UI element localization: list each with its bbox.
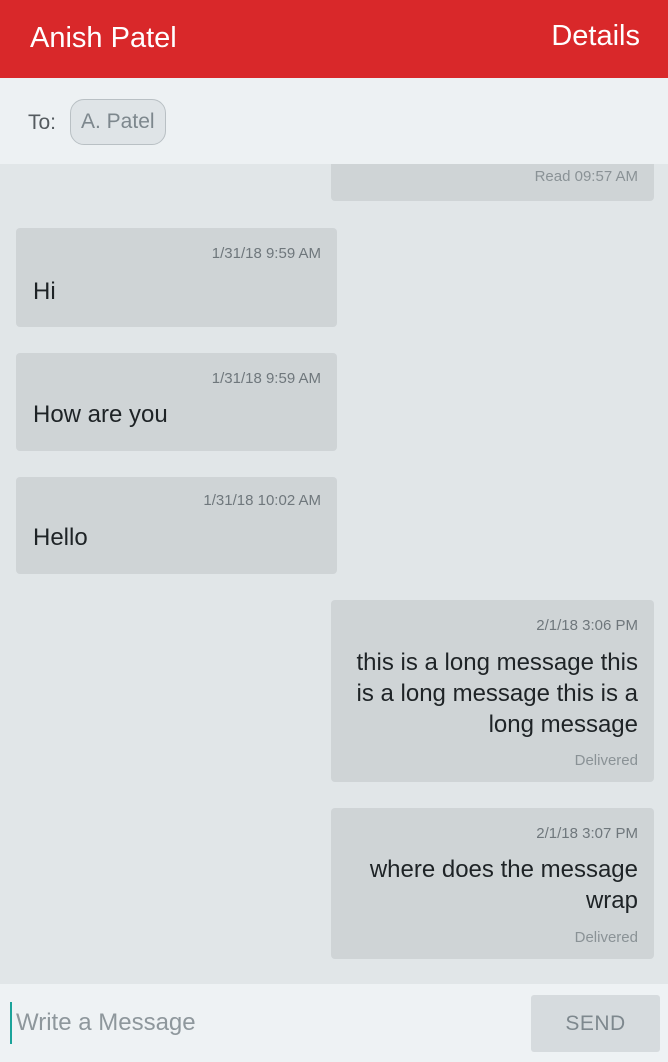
- message-timestamp: 1/31/18 9:59 AM: [211, 370, 321, 387]
- read-status: Read 09:57 AM: [534, 168, 638, 185]
- message-text: this is a long message this is a long me…: [356, 649, 638, 738]
- to-label: To:: [28, 111, 57, 134]
- message-bubble-incoming[interactable]: 1/31/18 10:02 AM Hello: [16, 477, 337, 574]
- message-text: How are you: [33, 401, 168, 428]
- message-timestamp: 2/1/18 3:07 PM: [536, 825, 638, 842]
- message-input[interactable]: [10, 1002, 518, 1044]
- delivery-status: Delivered: [574, 752, 638, 769]
- message-bubble-incoming[interactable]: 1/31/18 9:59 AM Hi: [16, 228, 337, 327]
- message-timestamp: 1/31/18 10:02 AM: [203, 492, 321, 509]
- send-button[interactable]: SEND: [531, 995, 660, 1052]
- contact-name: Anish Patel: [30, 22, 177, 54]
- app-header: Anish Patel Details: [0, 0, 668, 78]
- recipient-chip[interactable]: A. Patel: [70, 99, 166, 145]
- message-thread[interactable]: Read 09:57 AM 1/31/18 9:59 AM Hi 1/31/18…: [0, 164, 668, 984]
- message-bubble-outgoing[interactable]: 2/1/18 3:07 PM where does the message wr…: [331, 808, 654, 959]
- message-timestamp: 1/31/18 9:59 AM: [211, 245, 321, 262]
- message-bubble-partial: Read 09:57 AM: [331, 164, 654, 201]
- message-text: Hello: [33, 524, 88, 551]
- recipient-bar: To: A. Patel: [0, 78, 668, 164]
- details-button[interactable]: Details: [551, 20, 640, 53]
- message-timestamp: 2/1/18 3:06 PM: [536, 617, 638, 634]
- message-text: where does the message wrap: [369, 856, 638, 914]
- message-bubble-outgoing[interactable]: 2/1/18 3:06 PM this is a long message th…: [331, 600, 654, 782]
- composer-bar: SEND: [0, 984, 668, 1062]
- message-bubble-incoming[interactable]: 1/31/18 9:59 AM How are you: [16, 353, 337, 451]
- messaging-screen: Anish Patel Details To: A. Patel Read 09…: [0, 0, 668, 1062]
- message-text: Hi: [33, 278, 56, 305]
- delivery-status: Delivered: [574, 929, 638, 946]
